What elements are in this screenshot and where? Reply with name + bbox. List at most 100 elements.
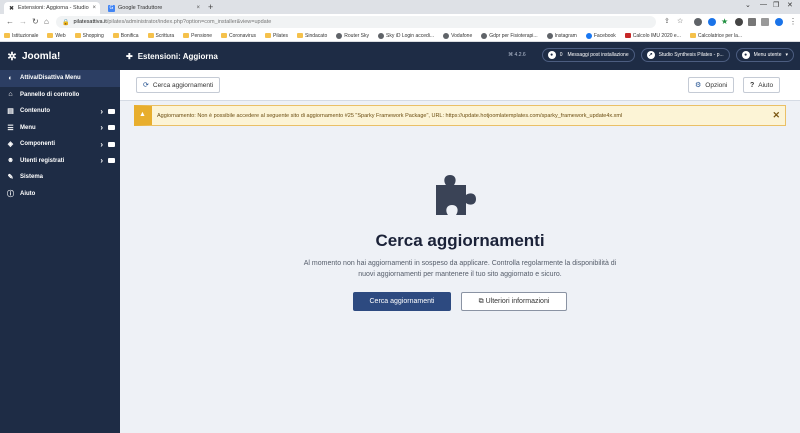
more-info-label: Ulteriori informazioni — [485, 298, 550, 305]
new-tab-button[interactable]: + — [208, 2, 213, 13]
profile-avatar[interactable] — [775, 18, 783, 26]
sidebar-item-menus[interactable]: ☰ Menu › — [0, 120, 120, 137]
sidebar-item-users[interactable]: ☻ Utenti registrati › — [0, 153, 120, 170]
chevron-right-icon: › — [100, 156, 103, 166]
list-icon: ☰ — [7, 124, 14, 132]
bookmark-label: Pensione — [191, 32, 213, 39]
bookmark-item[interactable]: Calcolatrice per la... — [689, 33, 742, 39]
find-updates-primary-button[interactable]: Cerca aggiornamenti — [353, 292, 451, 311]
bookmark-item[interactable]: Pilates — [265, 33, 288, 39]
sidebar-item-system[interactable]: ✎ Sistema — [0, 169, 120, 186]
joomla-favicon-icon: ✖ — [8, 5, 15, 12]
close-window-icon[interactable]: ✕ — [787, 1, 793, 9]
reload-icon[interactable]: ↻ — [32, 17, 39, 27]
sidebar-item-label: Attiva/Disattiva Menu — [20, 75, 81, 82]
forward-arrow-icon[interactable]: → — [19, 17, 27, 27]
info-icon: ⓘ — [7, 190, 14, 198]
find-updates-button[interactable]: ⟳ Cerca aggiornamenti — [136, 77, 221, 93]
bookmarks-bar: Istituzionale Web Shopping Bonifica Scrittur… — [0, 30, 800, 42]
notifications-label: Messaggi post installazione — [567, 52, 629, 58]
more-info-button[interactable]: ⧉ Ulteriori informazioni — [461, 292, 567, 311]
folder-icon — [4, 33, 10, 38]
site-label: Studio Synthesis Pilates - p... — [658, 52, 724, 58]
cast-icon[interactable] — [748, 18, 756, 26]
folder-icon — [74, 33, 81, 38]
joomla-logo[interactable]: ✲ Joomla! — [0, 42, 120, 70]
sidepanel-icon[interactable] — [761, 18, 769, 26]
bookmark-item[interactable]: Scrittura — [147, 33, 174, 39]
bookmark-item[interactable]: Sindacato — [297, 33, 327, 39]
sidebar-item-dashboard[interactable]: ⌂ Pannello di controllo — [0, 87, 120, 104]
chevron-right-icon: › — [100, 106, 103, 116]
warning-alert: ▲ Aggiornamento: Non è possibile acceder… — [134, 105, 786, 126]
bookmark-item[interactable]: Calcolo IMU 2020 e... — [624, 33, 681, 39]
header-right-tools: ⌘ 4.2.6 ● 0 Messaggi post installazione … — [508, 48, 794, 62]
chevron-down-icon: ▾ — [785, 52, 788, 58]
browser-tab[interactable]: G Google Traduttore × — [104, 2, 204, 14]
url-path: /pilates/administrator/index.php?option=… — [106, 19, 272, 25]
bookmark-label: Router Sky — [344, 32, 369, 39]
sidebar-item-components[interactable]: ◈ Componenti › — [0, 136, 120, 153]
bookmark-label: Web — [55, 32, 66, 39]
extension-icon[interactable] — [694, 18, 702, 26]
user-menu-button[interactable]: ● Menu utente ▾ — [735, 48, 794, 62]
share-icon[interactable]: ⇪ — [664, 17, 670, 27]
folder-icon — [689, 33, 696, 38]
maximize-icon[interactable]: ❐ — [773, 1, 779, 9]
admin-sidebar: ◐ Attiva/Disattiva Menu ⌂ Pannello di co… — [0, 70, 120, 433]
bookmark-item[interactable]: Router Sky — [336, 32, 369, 39]
home-icon[interactable]: ⌂ — [44, 17, 49, 27]
site-link-button[interactable]: ↗ Studio Synthesis Pilates - p... — [640, 48, 730, 62]
bookmark-item[interactable]: Shopping — [74, 33, 104, 39]
extension-icon[interactable] — [708, 18, 716, 26]
extension-star-icon[interactable]: ★ — [721, 17, 728, 27]
bookmark-star-icon[interactable]: ☆ — [677, 17, 683, 27]
folder-icon — [183, 33, 190, 38]
folder-icon — [112, 33, 119, 38]
back-arrow-icon[interactable]: ← — [6, 17, 14, 27]
bookmark-label: Instagram — [554, 32, 577, 39]
bookmark-label: Coronavirus — [229, 32, 256, 39]
bookmark-item[interactable]: Vodafone — [443, 32, 473, 39]
dashboard-icon[interactable] — [108, 158, 115, 164]
url-field[interactable]: 🔒 pilatesattiva.it /pilates/administrato… — [56, 16, 656, 28]
close-tab-icon[interactable]: × — [196, 5, 200, 11]
puzzle-extensions-icon[interactable] — [735, 18, 743, 26]
bookmark-item[interactable]: Coronavirus — [221, 33, 256, 39]
bookmark-item[interactable]: Gdpr per Fisioterapi... — [481, 32, 538, 39]
more-menu-icon[interactable]: ⋮ — [789, 17, 797, 27]
sidebar-item-help[interactable]: ⓘ Aiuto — [0, 186, 120, 203]
translate-favicon-icon: G — [108, 4, 115, 12]
admin-header: ✲ Joomla! ✚ Estensioni: Aggiorna ⌘ 4.2.6… — [0, 42, 800, 70]
bookmark-item[interactable]: Bonifica — [112, 33, 139, 39]
bookmark-item[interactable]: Facebook — [585, 32, 616, 39]
sync-icon: ⟳ — [143, 82, 149, 89]
logo-text: Joomla! — [22, 50, 61, 62]
bookmark-item[interactable]: Sky iD Login accedi... — [378, 32, 434, 39]
browser-tab-active[interactable]: ✖ Estensioni: Aggiorna - Studio Sy... × — [4, 2, 100, 14]
dashboard-icon[interactable] — [108, 108, 115, 114]
sidebar-item-content[interactable]: ▤ Contenuto › — [0, 103, 120, 120]
dashboard-icon[interactable] — [108, 125, 115, 131]
minimize-icon[interactable]: — — [760, 1, 767, 8]
empty-state-title: Cerca aggiornamenti — [375, 231, 545, 250]
help-button[interactable]: ? Aiuto — [743, 77, 781, 93]
close-icon[interactable]: ✕ — [772, 110, 780, 121]
bookmark-item[interactable]: Instagram — [546, 32, 577, 39]
options-button[interactable]: ⚙ Opzioni — [688, 77, 735, 93]
user-menu-label: Menu utente — [753, 52, 782, 58]
bookmark-item[interactable]: Pensione — [183, 33, 212, 39]
tab-search-icon[interactable]: ⌄ — [745, 1, 751, 9]
dashboard-icon[interactable] — [108, 141, 115, 147]
sidebar-item-toggle-menu[interactable]: ◐ Attiva/Disattiva Menu — [0, 70, 120, 87]
bookmark-item[interactable]: Istituzionale — [4, 33, 38, 39]
post-install-messages-button[interactable]: ● 0 Messaggi post installazione — [541, 48, 635, 62]
bookmark-item[interactable]: Web — [47, 32, 66, 39]
bookmark-label: Facebook — [593, 32, 616, 39]
toggle-icon: ◐ — [8, 74, 13, 82]
close-tab-icon[interactable]: × — [92, 5, 96, 11]
empty-state-description: Al momento non hai aggiornamenti in sosp… — [303, 260, 617, 278]
wrench-icon: ✎ — [7, 174, 14, 182]
browser-tab-label: Estensioni: Aggiorna - Studio Sy... — [18, 5, 89, 11]
bookmark-label: Vodafone — [451, 32, 473, 39]
